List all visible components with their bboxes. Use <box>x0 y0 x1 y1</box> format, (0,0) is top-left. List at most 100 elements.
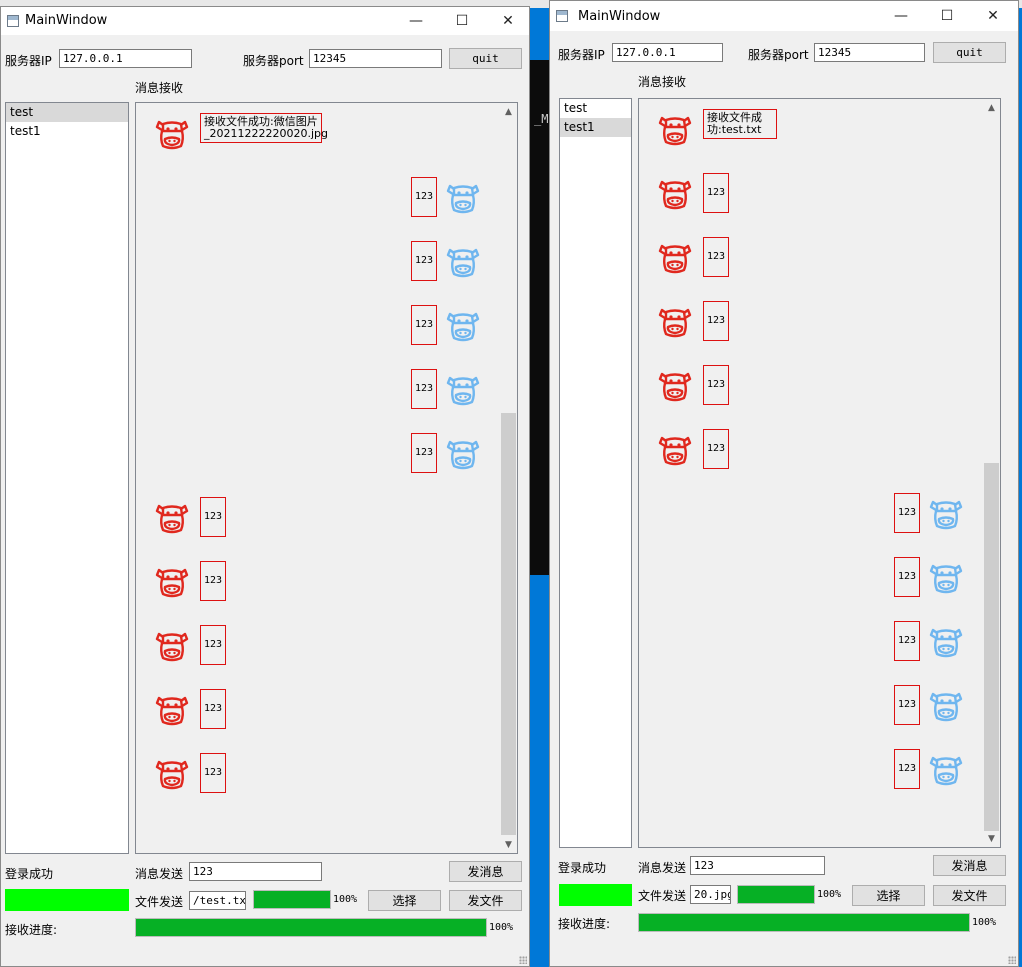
scroll-down-icon[interactable]: ▼ <box>500 836 517 853</box>
vertical-scrollbar[interactable]: ▲ ▼ <box>983 99 1000 847</box>
message-area: 接收文件成功:test.txt 123 123 123 123 123 123 123 123 1… <box>638 98 1001 848</box>
send-message-input[interactable]: 123 <box>189 862 322 881</box>
message-bubble: 123 <box>703 365 729 405</box>
message-row: 123 <box>639 685 982 731</box>
title-bar[interactable]: MainWindow — ☐ ✕ <box>550 1 1018 31</box>
send-file-button[interactable]: 发文件 <box>449 890 522 911</box>
blue-cow-icon <box>445 309 481 345</box>
file-path-input[interactable]: 20.jpg <box>690 885 731 904</box>
scroll-up-icon[interactable]: ▲ <box>983 99 1000 116</box>
receive-progress-fill <box>136 919 486 936</box>
scroll-thumb[interactable] <box>984 463 999 831</box>
minimize-icon[interactable]: — <box>878 1 924 31</box>
maximize-icon[interactable]: ☐ <box>439 7 485 35</box>
main-window-1: MainWindow — ☐ ✕ 服务器IP 127.0.0.1 服务器port… <box>0 6 530 967</box>
choose-file-button[interactable]: 选择 <box>852 885 925 906</box>
message-bubble: 接收文件成功:微信图片_20211222220020.jpg <box>200 113 328 143</box>
minimize-icon[interactable]: — <box>393 7 439 35</box>
send-message-label: 消息发送 <box>638 861 687 875</box>
scroll-thumb[interactable] <box>501 413 516 835</box>
login-status-label: 登录成功 <box>558 861 607 875</box>
file-send-progress-fill <box>738 886 814 903</box>
scroll-up-icon[interactable]: ▲ <box>500 103 517 120</box>
resize-grip[interactable] <box>519 956 527 964</box>
message-bubble: 123 <box>411 241 437 281</box>
message-row: 123 <box>136 625 499 671</box>
red-cow-icon <box>154 565 190 601</box>
receive-progress-label: 接收进度: <box>558 917 611 931</box>
server-ip-input[interactable]: 127.0.0.1 <box>612 43 723 62</box>
receive-progress-fill <box>639 914 969 931</box>
quit-button[interactable]: quit <box>933 42 1006 63</box>
receive-label: 消息接收 <box>135 81 184 95</box>
quit-button[interactable]: quit <box>449 48 522 69</box>
message-row: 123 <box>136 305 499 351</box>
user-list-item[interactable]: test1 <box>6 122 128 141</box>
send-message-button[interactable]: 发消息 <box>933 855 1006 876</box>
message-row: 123 <box>639 557 982 603</box>
send-message-button[interactable]: 发消息 <box>449 861 522 882</box>
title-bar[interactable]: MainWindow — ☐ ✕ <box>1 7 529 35</box>
message-bubble: 123 <box>200 561 226 601</box>
blue-cow-icon <box>928 561 964 597</box>
message-row: 123 <box>639 173 982 219</box>
message-bubble: 123 <box>411 369 437 409</box>
close-icon[interactable]: ✕ <box>485 7 529 35</box>
red-cow-icon <box>154 629 190 665</box>
message-row: 123 <box>639 493 982 539</box>
message-row: 123 <box>136 753 499 799</box>
blue-cow-icon <box>445 245 481 281</box>
close-icon[interactable]: ✕ <box>970 1 1016 31</box>
message-bubble: 123 <box>200 689 226 729</box>
message-row: 123 <box>136 433 499 479</box>
message-row: 123 <box>136 177 499 223</box>
choose-file-button[interactable]: 选择 <box>368 890 441 911</box>
red-cow-icon <box>657 241 693 277</box>
send-file-button[interactable]: 发文件 <box>933 885 1006 906</box>
message-bubble: 123 <box>200 497 226 537</box>
message-row: 123 <box>639 301 982 347</box>
server-ip-label: 服务器IP <box>558 48 605 62</box>
receive-percent: 100% <box>489 922 514 933</box>
user-list-item[interactable]: test <box>6 103 128 122</box>
maximize-icon[interactable]: ☐ <box>924 1 970 31</box>
background-terminal-text: _M <box>534 112 549 126</box>
user-list: test test1 <box>5 102 129 854</box>
server-ip-input[interactable]: 127.0.0.1 <box>59 49 192 68</box>
login-status-indicator <box>5 889 129 911</box>
file-send-percent: 100% <box>333 894 358 905</box>
message-bubble: 123 <box>894 621 920 661</box>
app-icon <box>556 10 568 22</box>
file-path-input[interactable]: /test.txt <box>189 891 246 910</box>
message-bubble: 123 <box>200 753 226 793</box>
message-row: 123 <box>136 561 499 607</box>
server-port-input[interactable]: 12345 <box>309 49 442 68</box>
app-icon <box>7 15 19 27</box>
message-row: 123 <box>136 497 499 543</box>
message-row: 123 <box>136 689 499 735</box>
file-send-progress-bar <box>253 890 331 909</box>
message-row: 123 <box>639 749 982 795</box>
message-row: 接收文件成功:微信图片_20211222220020.jpg <box>136 113 499 159</box>
resize-grip[interactable] <box>1008 956 1016 964</box>
red-cow-icon <box>154 117 190 153</box>
user-list-item[interactable]: test <box>560 99 631 118</box>
server-port-input[interactable]: 12345 <box>814 43 925 62</box>
blue-cow-icon <box>445 373 481 409</box>
server-port-label: 服务器port <box>243 54 304 68</box>
server-port-label: 服务器port <box>748 48 809 62</box>
message-bubble: 接收文件成功:test.txt <box>703 109 777 139</box>
file-send-progress-bar <box>737 885 815 904</box>
message-bubble: 123 <box>894 557 920 597</box>
vertical-scrollbar[interactable]: ▲ ▼ <box>500 103 517 853</box>
scroll-down-icon[interactable]: ▼ <box>983 830 1000 847</box>
blue-cow-icon <box>445 437 481 473</box>
user-list-item[interactable]: test1 <box>560 118 631 137</box>
send-message-input[interactable]: 123 <box>690 856 825 875</box>
message-row: 接收文件成功:test.txt <box>639 109 982 155</box>
message-bubble: 123 <box>703 301 729 341</box>
message-bubble: 123 <box>411 177 437 217</box>
blue-cow-icon <box>928 689 964 725</box>
message-row: 123 <box>136 369 499 415</box>
blue-cow-icon <box>928 497 964 533</box>
